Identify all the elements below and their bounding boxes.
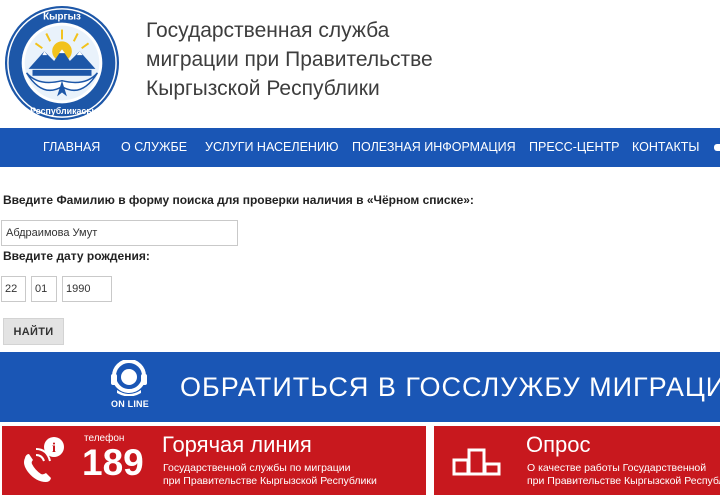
hotline-block[interactable]: i телефон 189 Горячая линия Государствен… — [2, 426, 426, 495]
hotline-title: Горячая линия — [162, 432, 312, 457]
poll-title: Опрос — [526, 432, 591, 457]
nav-item-contacts[interactable]: КОНТАКТЫ — [632, 128, 699, 167]
poll-subtitle: при Правительстве Кыргызской Республики — [527, 475, 720, 487]
online-support-icon — [111, 360, 147, 396]
nav-item-press-center[interactable]: ПРЕСС-ЦЕНТР — [529, 128, 619, 167]
hotline-subtitle: при Правительстве Кыргызской Республики — [163, 475, 377, 487]
podium-icon — [452, 448, 501, 476]
svg-text:i: i — [52, 441, 56, 456]
nav-item-about[interactable]: О СЛУЖБЕ — [121, 128, 187, 167]
online-banner-text: ОБРАТИТЬСЯ В ГОССЛУЖБУ МИГРАЦИИ — [180, 372, 720, 402]
nav-item-home[interactable]: ГЛАВНАЯ — [43, 128, 100, 167]
site-title-line: Кыргызской Республики — [146, 77, 380, 100]
birth-month-input[interactable] — [31, 276, 57, 302]
site-title-line: миграции при Правительстве — [146, 48, 433, 71]
main-nav: ГЛАВНАЯ О СЛУЖБЕ УСЛУГИ НАСЕЛЕНИЮ ПОЛЕЗН… — [0, 128, 720, 167]
online-appeal-banner[interactable]: ON LINE ОБРАТИТЬСЯ В ГОССЛУЖБУ МИГРАЦИИ — [0, 352, 720, 422]
poll-block[interactable]: Опрос О качестве работы Государственной … — [434, 426, 720, 495]
phone-icon: i — [24, 437, 64, 482]
surname-label: Введите Фамилию в форму поиска для прове… — [3, 193, 474, 207]
surname-input[interactable] — [1, 220, 238, 246]
svg-text:Кыргыз: Кыргыз — [43, 12, 81, 23]
site-title-line: Государственная служба — [146, 19, 390, 42]
svg-text:Республикасы: Республикасы — [30, 106, 94, 116]
find-button[interactable]: НАЙТИ — [3, 318, 64, 345]
hotline-subtitle: Государственной службы по миграции — [163, 462, 351, 474]
online-label: ON LINE — [111, 399, 149, 409]
poll-subtitle: О качестве работы Государственной — [527, 462, 707, 474]
nav-overflow-item[interactable] — [714, 144, 720, 151]
birthdate-label: Введите дату рождения: — [3, 249, 150, 263]
site-header: Кыргыз Республикасы Государственная служ… — [0, 0, 720, 128]
hotline-phone-number: 189 — [82, 442, 144, 483]
state-emblem-icon[interactable]: Кыргыз Республикасы — [3, 4, 121, 122]
site-title: Государственная служба миграции при Прав… — [146, 16, 506, 103]
nav-item-useful-info[interactable]: ПОЛЕЗНАЯ ИНФОРМАЦИЯ — [352, 128, 516, 167]
birth-day-input[interactable] — [1, 276, 26, 302]
birth-year-input[interactable] — [62, 276, 112, 302]
nav-item-services[interactable]: УСЛУГИ НАСЕЛЕНИЮ — [205, 128, 339, 167]
